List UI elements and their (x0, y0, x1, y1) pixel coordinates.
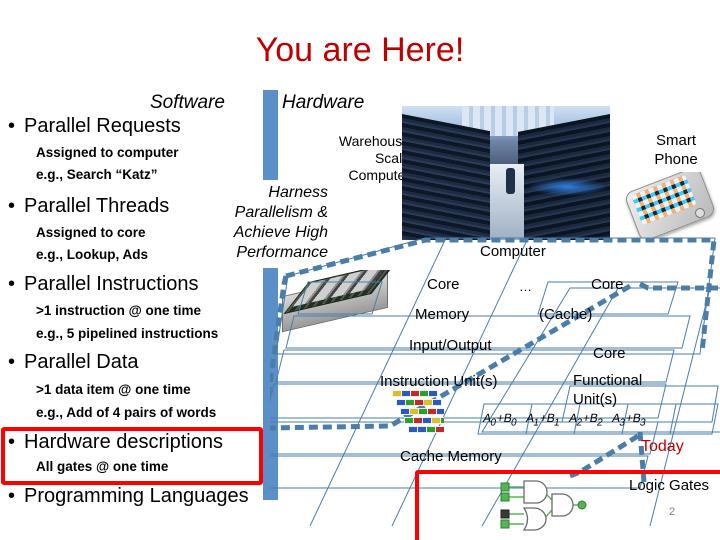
bullet-dot: • (8, 485, 16, 507)
adder-cell: A3+B3 (610, 411, 647, 429)
harness-line-2: Parallelism & (234, 204, 328, 221)
datacenter-rack-left (402, 114, 490, 240)
warehouse-label-line-1: Warehouse (338, 133, 410, 149)
smartphone-photo (622, 172, 718, 238)
adder-cell: A0+B0 (481, 411, 518, 429)
slide-canvas: You are Here! Software Hardware • Paralle… (0, 0, 720, 540)
bullet-label: Parallel Instructions (24, 273, 199, 295)
adder-cells-row: A0+B0 A1+B1 A2+B2 A3+B3 (481, 411, 655, 429)
warehouse-label-line-3: Computer (348, 167, 410, 183)
sub-parallel-data-1: >1 data item @ one time (36, 382, 191, 397)
adder-cell: A1+B1 (524, 411, 561, 429)
vector-cell (440, 417, 444, 424)
page-number: 2 (669, 506, 676, 518)
bullet-parallel-requests: • Parallel Requests (8, 114, 181, 138)
smart-phone-label: Smart Phone (640, 131, 712, 169)
functional-units-line-1: Functional (573, 372, 643, 389)
bullet-parallel-data: • Parallel Data (8, 350, 139, 374)
divider-bar-top (263, 90, 278, 180)
label-core-left: Core (427, 276, 460, 293)
sub-parallel-threads-1: Assigned to core (36, 225, 146, 240)
sub-parallel-requests-2: e.g., Search “Katz” (36, 167, 158, 182)
vector-cell (436, 408, 444, 415)
layer-core-left (297, 281, 383, 315)
warehouse-label-line-2: Scale (374, 150, 410, 166)
software-column-heading: Software (150, 92, 225, 113)
vector-cell (428, 390, 438, 397)
label-cache-memory: Cache Memory (400, 448, 502, 465)
datacenter-photo (402, 106, 610, 240)
datacenter-person (506, 168, 515, 194)
logic-gates-label: Logic Gates (629, 477, 710, 494)
label-core-inner: Core (593, 345, 626, 362)
adder-cell: A2+B2 (567, 411, 604, 429)
bullet-programming-languages: • Programming Languages (8, 484, 249, 508)
highlight-box-hardware-descriptions (1, 427, 263, 485)
sub-parallel-instructions-1: >1 instruction @ one time (36, 303, 202, 318)
adder-divider-4 (669, 403, 677, 435)
hardware-column-heading: Hardware (282, 92, 365, 113)
smart-phone-line-2: Phone (654, 151, 698, 168)
label-computer: Computer (480, 243, 546, 260)
sub-parallel-data-2: e.g., Add of 4 pairs of words (36, 405, 217, 420)
bullet-parallel-threads: • Parallel Threads (8, 194, 169, 218)
bullet-dot: • (8, 273, 16, 295)
bullet-dot: • (8, 115, 16, 137)
warehouse-scale-computer-label: Warehouse Scale Computer (310, 133, 410, 184)
sub-parallel-threads-2: e.g., Lookup, Ads (36, 247, 149, 262)
vector-cell (432, 399, 442, 406)
label-functional-units: Functional Unit(s) (573, 371, 642, 409)
sub-parallel-requests-1: Assigned to computer (36, 145, 179, 160)
vector-data-grid-image (386, 390, 444, 438)
bullet-label: Parallel Requests (24, 115, 181, 137)
datacenter-rack-right (518, 114, 610, 240)
vector-cell (435, 426, 444, 433)
label-input-output: Input/Output (409, 337, 492, 354)
label-core-ellipsis: … (519, 279, 532, 294)
bullet-dot: • (8, 195, 16, 217)
smart-phone-line-1: Smart (655, 132, 696, 149)
bullet-label: Programming Languages (24, 485, 249, 507)
label-cache: (Cache) (539, 306, 593, 323)
today-label: Today (641, 438, 684, 455)
sub-parallel-instructions-2: e.g., 5 pipelined instructions (36, 326, 219, 341)
datacenter-blue-glow (528, 178, 608, 196)
label-memory: Memory (415, 306, 470, 323)
bullet-label: Parallel Threads (24, 195, 170, 217)
page-title: You are Here! (255, 31, 465, 69)
bullet-parallel-instructions: • Parallel Instructions (8, 272, 199, 296)
bullet-dot: • (8, 351, 16, 373)
label-core-right: Core (591, 276, 624, 293)
label-instruction-units: Instruction Unit(s) (380, 373, 498, 390)
bullet-label: Parallel Data (24, 351, 139, 373)
harness-line-1: Harness (268, 184, 328, 201)
functional-units-line-2: Unit(s) (573, 391, 618, 408)
